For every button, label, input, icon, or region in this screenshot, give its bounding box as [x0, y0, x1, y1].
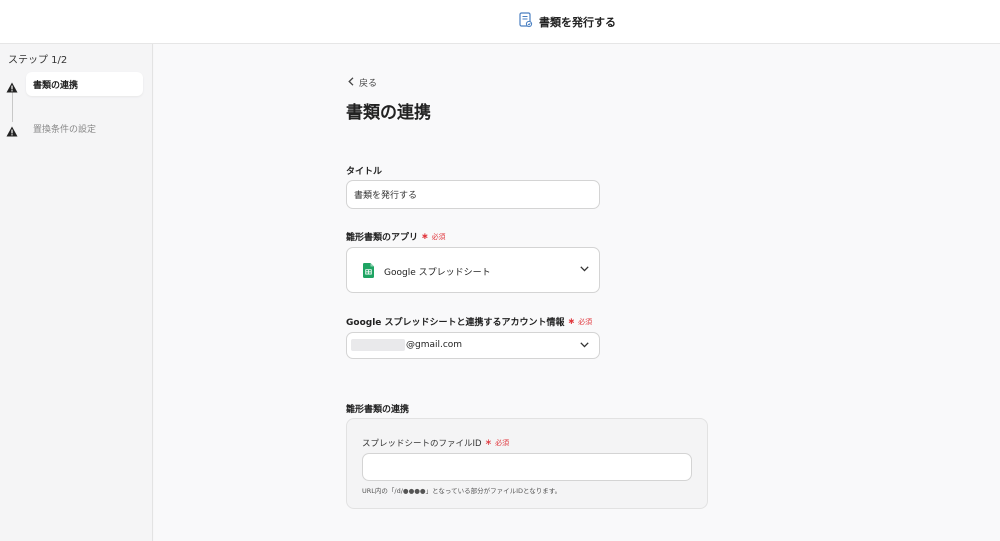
file-id-label-text: スプレッドシートのファイルID	[362, 439, 482, 449]
required-asterisk: ∗	[421, 231, 429, 242]
template-link-section-label: 雛形書類の連携	[346, 402, 409, 415]
chevron-down-icon	[580, 265, 589, 275]
title-field-label: タイトル	[346, 164, 382, 177]
selected-app-label: Google スプレッドシート	[384, 268, 491, 278]
required-text: 必須	[578, 317, 593, 326]
step-counter: ステップ 1/2	[8, 55, 68, 66]
sidebar-step-replace-conditions[interactable]: 置換条件の設定	[0, 116, 153, 140]
required-asterisk: ∗	[567, 316, 576, 327]
step-label: 置換条件の設定	[33, 125, 97, 135]
account-value: @gmail.com	[351, 339, 462, 351]
redacted-email	[351, 339, 405, 351]
file-id-input[interactable]	[362, 453, 692, 481]
chevron-left-icon	[348, 76, 354, 89]
back-link[interactable]: 戻る	[348, 76, 377, 89]
template-link-label-text: 雛形書類の連携	[346, 405, 410, 415]
title-label-text: タイトル	[346, 167, 383, 177]
page-title: 書類の連携	[346, 103, 431, 123]
chevron-down-icon	[580, 341, 589, 351]
header-title: 書類を発行する	[519, 12, 616, 32]
google-sheets-icon	[363, 263, 374, 281]
file-id-hint: URL内の「/d/●●●●」となっている部分がファイルIDとなります。	[362, 487, 562, 495]
top-bar: 書類を発行する	[0, 0, 1000, 44]
template-link-panel: スプレッドシートのファイルID ∗ 必須 URL内の「/d/●●●●」となってい…	[346, 418, 708, 509]
account-label-text: Google スプレッドシートと連携するアカウント情報	[346, 318, 565, 328]
account-email-domain: @gmail.com	[406, 340, 463, 350]
template-app-label: 雛形書類のアプリ ∗ 必須	[346, 230, 446, 244]
document-icon	[519, 12, 533, 32]
step-sidebar: ステップ 1/2 書類の連携 置換条件の設定	[0, 44, 153, 541]
sidebar-step-document-link[interactable]: 書類の連携	[0, 72, 153, 96]
back-label: 戻る	[359, 79, 378, 89]
warning-icon	[6, 78, 18, 97]
file-id-label: スプレッドシートのファイルID ∗ 必須	[362, 437, 509, 449]
template-app-label-text: 雛形書類のアプリ	[346, 233, 419, 243]
account-label: Google スプレッドシートと連携するアカウント情報 ∗ 必須	[346, 315, 593, 329]
account-select[interactable]: @gmail.com	[346, 332, 600, 359]
template-app-select[interactable]: Google スプレッドシート	[346, 247, 600, 293]
title-input[interactable]: 書類を発行する	[346, 180, 600, 209]
warning-icon	[6, 122, 18, 141]
page-header-title: 書類を発行する	[539, 16, 616, 29]
required-asterisk: ∗	[484, 438, 493, 448]
required-text: 必須	[431, 232, 446, 241]
step-label: 書類の連携	[33, 81, 79, 91]
required-text: 必須	[495, 439, 510, 447]
